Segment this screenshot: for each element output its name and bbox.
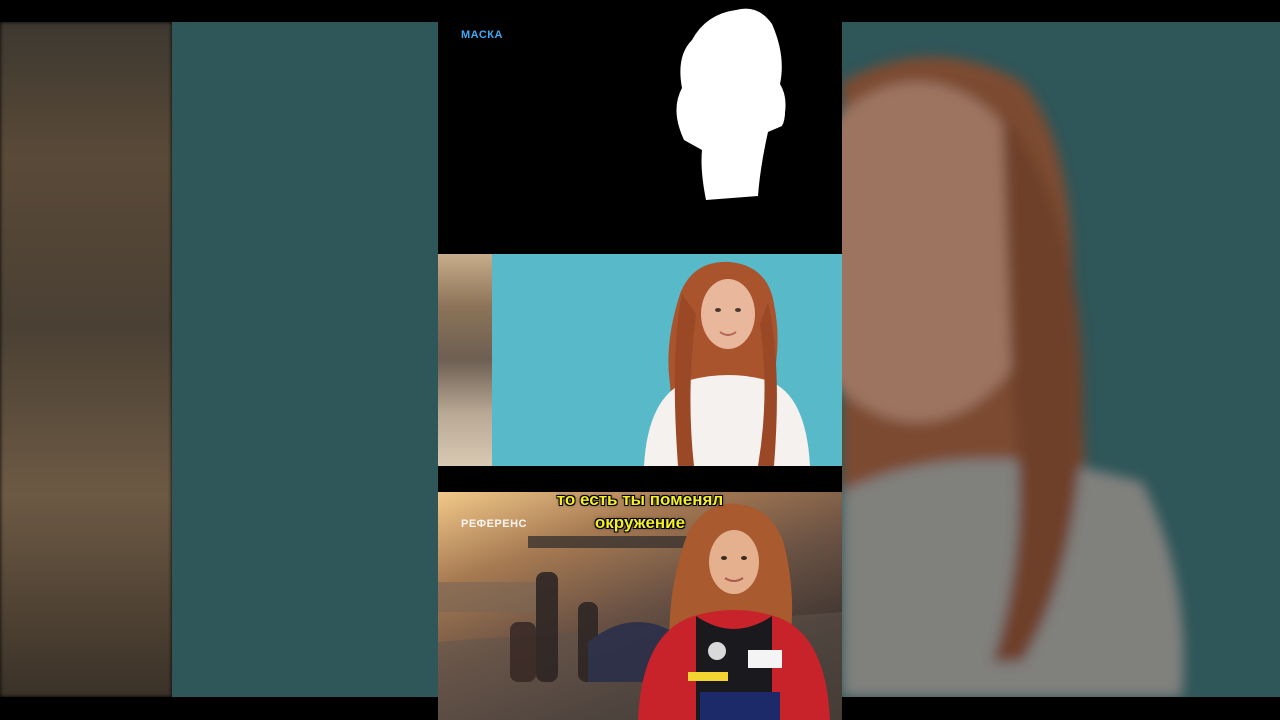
girl-portrait (644, 261, 810, 466)
portrait-panel (438, 254, 842, 466)
subtitle-line-2: окружение (594, 513, 686, 532)
mask-panel: МАСКА (438, 0, 842, 252)
video-column: МАСКА РЕФЕРЕНС то есть ты поменял окруже… (438, 0, 842, 720)
subtitle-line-1: то есть ты поменял (556, 490, 724, 509)
blurred-track-strip (0, 22, 172, 697)
mask-silhouette (676, 8, 786, 200)
blurred-girl-portrait (842, 22, 1242, 697)
